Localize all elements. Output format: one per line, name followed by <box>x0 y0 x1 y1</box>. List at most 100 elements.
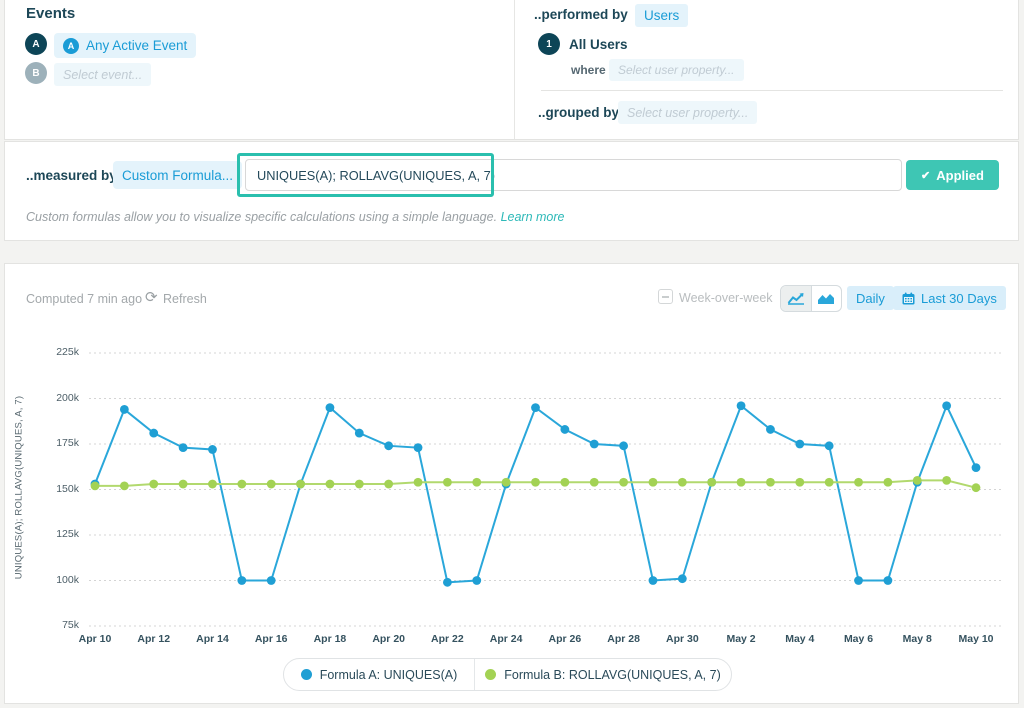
legend-item-formula-a[interactable]: Formula A: UNIQUES(A) <box>284 659 474 690</box>
data-point[interactable] <box>884 478 893 487</box>
y-tick-label: 125k <box>29 528 79 540</box>
data-point[interactable] <box>560 478 569 487</box>
grouped-by-placeholder: Select user property... <box>627 106 748 120</box>
data-point[interactable] <box>267 480 276 489</box>
data-point[interactable] <box>825 441 834 450</box>
event-a-label: Any Active Event <box>86 38 187 53</box>
line-chart-toggle[interactable] <box>781 286 811 311</box>
data-point[interactable] <box>854 576 863 585</box>
x-tick-label: Apr 20 <box>366 633 412 645</box>
data-point[interactable] <box>942 476 951 485</box>
data-point[interactable] <box>237 576 246 585</box>
data-point[interactable] <box>414 478 423 487</box>
event-a-selector[interactable]: A Any Active Event <box>54 33 196 58</box>
granularity-selector[interactable]: Daily <box>847 286 894 310</box>
data-point[interactable] <box>619 441 628 450</box>
data-point[interactable] <box>120 405 129 414</box>
refresh-icon[interactable]: ⟳ <box>145 288 158 306</box>
data-point[interactable] <box>531 403 540 412</box>
x-tick-label: Apr 26 <box>542 633 588 645</box>
data-point[interactable] <box>179 443 188 452</box>
data-point[interactable] <box>766 425 775 434</box>
segment-1-badge-number: 1 <box>546 39 552 50</box>
data-point[interactable] <box>737 478 746 487</box>
applied-button[interactable]: ✔ Applied <box>906 160 999 190</box>
refresh-button[interactable]: Refresh <box>163 292 207 306</box>
x-tick-label: May 2 <box>718 633 764 645</box>
data-point[interactable] <box>443 578 452 587</box>
data-point[interactable] <box>560 425 569 434</box>
data-point[interactable] <box>384 441 393 450</box>
data-point[interactable] <box>326 403 335 412</box>
data-point[interactable] <box>120 481 129 490</box>
data-point[interactable] <box>942 401 951 410</box>
measured-by-card: ..measured by Custom Formula... UNIQUES(… <box>4 141 1019 241</box>
data-point[interactable] <box>208 445 217 454</box>
data-point[interactable] <box>707 478 716 487</box>
data-point[interactable] <box>795 478 804 487</box>
event-a-badge-letter: A <box>32 39 39 50</box>
data-point[interactable] <box>326 480 335 489</box>
legend-item-formula-b[interactable]: Formula B: ROLLAVG(UNIQUES, A, 7) <box>474 659 731 690</box>
data-point[interactable] <box>472 478 481 487</box>
measure-method-selector[interactable]: Custom Formula... <box>113 161 242 189</box>
data-point[interactable] <box>737 401 746 410</box>
x-tick-label: Apr 22 <box>424 633 470 645</box>
data-point[interactable] <box>795 440 804 449</box>
data-point[interactable] <box>590 440 599 449</box>
formula-description-text: Custom formulas allow you to visualize s… <box>26 210 497 224</box>
data-point[interactable] <box>267 576 276 585</box>
learn-more-link[interactable]: Learn more <box>501 210 565 224</box>
data-point[interactable] <box>766 478 775 487</box>
data-point[interactable] <box>149 429 158 438</box>
data-point[interactable] <box>355 429 364 438</box>
x-tick-label: Apr 30 <box>659 633 705 645</box>
y-tick-label: 225k <box>29 346 79 358</box>
x-tick-label: May 6 <box>836 633 882 645</box>
x-tick-label: Apr 10 <box>72 633 118 645</box>
performed-by-selector[interactable]: Users <box>635 4 688 27</box>
formula-input[interactable]: UNIQUES(A); ROLLAVG(UNIQUES, A, 7) <box>245 159 902 191</box>
data-point[interactable] <box>384 480 393 489</box>
indeterminate-dash-icon <box>662 296 669 298</box>
data-point[interactable] <box>678 574 687 583</box>
data-point[interactable] <box>619 478 628 487</box>
data-point[interactable] <box>237 480 246 489</box>
data-point[interactable] <box>531 478 540 487</box>
insights-report: Events A A Any Active Event B Select eve… <box>0 0 1024 708</box>
data-point[interactable] <box>972 483 981 492</box>
data-point[interactable] <box>414 443 423 452</box>
data-point[interactable] <box>296 480 305 489</box>
data-point[interactable] <box>825 478 834 487</box>
data-point[interactable] <box>649 478 658 487</box>
data-point[interactable] <box>91 481 100 490</box>
area-chart-toggle[interactable] <box>811 286 842 311</box>
data-point[interactable] <box>179 480 188 489</box>
performed-by-label: ..performed by <box>534 7 628 22</box>
data-point[interactable] <box>502 478 511 487</box>
data-point[interactable] <box>590 478 599 487</box>
grouped-by-selector[interactable]: Select user property... <box>618 101 757 124</box>
event-b-selector[interactable]: Select event... <box>54 63 151 86</box>
chart-type-toggle <box>780 285 842 312</box>
where-property-selector[interactable]: Select user property... <box>609 59 744 81</box>
week-over-week-checkbox[interactable] <box>658 289 673 304</box>
data-point[interactable] <box>854 478 863 487</box>
data-point[interactable] <box>472 576 481 585</box>
area-chart-icon <box>817 292 835 305</box>
formula-text: UNIQUES(A); ROLLAVG(UNIQUES, A, 7) <box>257 168 495 183</box>
data-point[interactable] <box>913 476 922 485</box>
data-point[interactable] <box>443 478 452 487</box>
event-b-badge: B <box>25 62 47 84</box>
data-point[interactable] <box>678 478 687 487</box>
week-over-week-label: Week-over-week <box>679 291 773 305</box>
data-point[interactable] <box>649 576 658 585</box>
formula-description: Custom formulas allow you to visualize s… <box>26 210 565 224</box>
date-range-selector[interactable]: Last 30 Days <box>893 286 1006 310</box>
data-point[interactable] <box>149 480 158 489</box>
chart-card: Computed 7 min ago ⟳ Refresh Week-over-w… <box>4 263 1019 704</box>
data-point[interactable] <box>208 480 217 489</box>
data-point[interactable] <box>884 576 893 585</box>
data-point[interactable] <box>972 463 981 472</box>
data-point[interactable] <box>355 480 364 489</box>
